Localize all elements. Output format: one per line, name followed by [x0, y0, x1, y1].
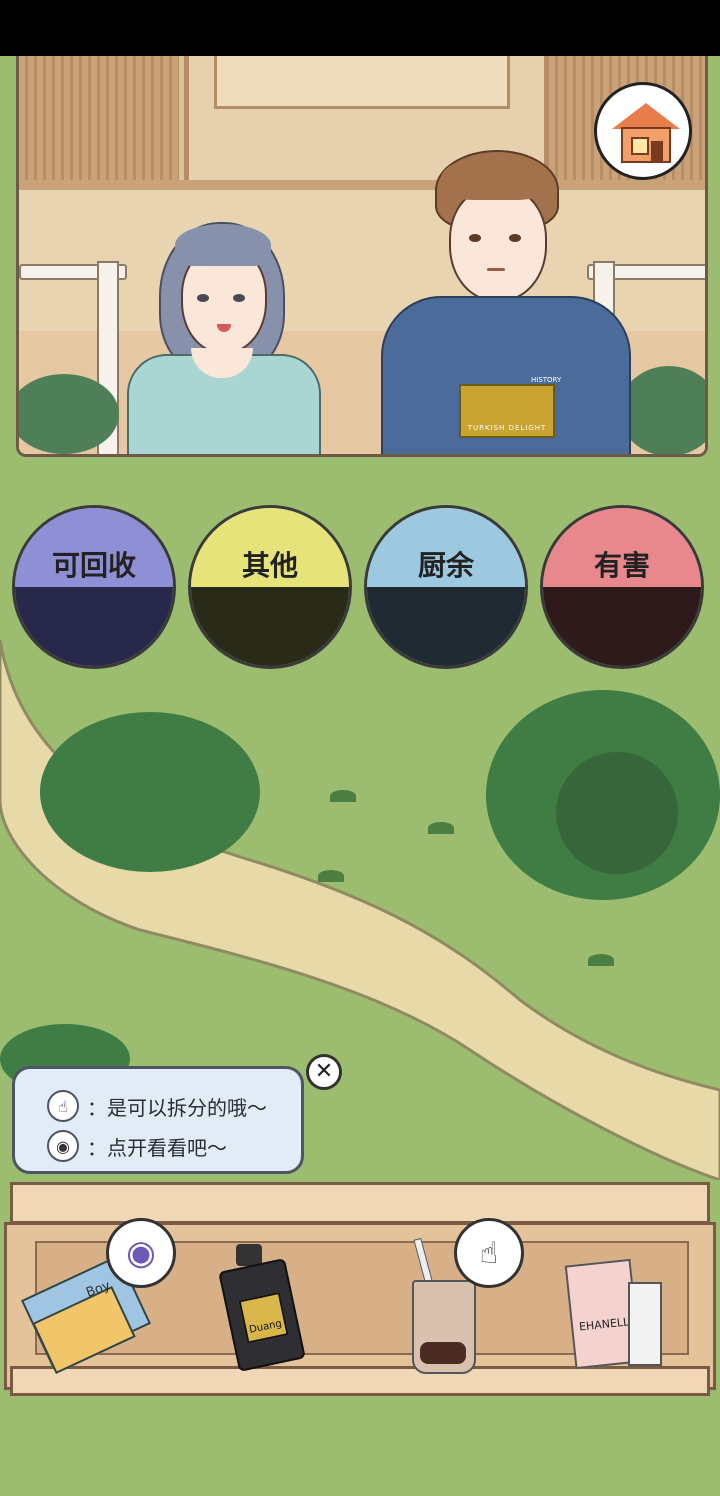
bin-hazardous[interactable]: 有害 [540, 505, 704, 669]
grass-tuft [588, 954, 614, 966]
shirt-history-text: HISTORY [531, 376, 562, 384]
eye-badge[interactable]: ◉ [106, 1218, 176, 1288]
grass-tuft [330, 790, 356, 802]
grass-tuft [428, 822, 454, 834]
eye-icon: ◉ [126, 1233, 156, 1273]
bin-other[interactable]: 其他 [188, 505, 352, 669]
boy-character: TURKISH DELIGHT HISTORY [379, 146, 639, 454]
tap-icon: ☝ [479, 1235, 499, 1271]
tap-icon: ☝ [47, 1090, 79, 1122]
bin-label: 其他 [241, 549, 298, 582]
close-icon: ✕ [314, 1059, 334, 1084]
wall-slats-left [19, 56, 179, 184]
hint-line-1: ：是可以拆分的哦～ [87, 1095, 267, 1120]
bin-label: 厨余 [417, 549, 474, 582]
bin-label: 可回收 [51, 549, 136, 582]
bag-text: EHANELL [578, 1315, 630, 1334]
bin-recyclable[interactable]: 可回收 [12, 505, 176, 669]
status-bar [0, 0, 720, 56]
eye-icon: ◉ [47, 1130, 79, 1162]
girl-character [119, 216, 321, 454]
hint-bubble: ☝ ：是可以拆分的哦～ ◉ ：点开看看吧～ [12, 1066, 304, 1174]
grass-tuft [318, 870, 344, 882]
bush-left-mid [40, 712, 260, 872]
close-hint-button[interactable]: ✕ [306, 1054, 342, 1090]
shadow-circle [556, 752, 678, 874]
bin-label: 有害 [593, 549, 650, 582]
bottle-label: Duang [238, 1291, 289, 1344]
tray-front [10, 1366, 710, 1396]
item-lotion-bottle[interactable]: Duang [218, 1244, 312, 1372]
home-button[interactable] [594, 82, 692, 180]
item-shopping-bag[interactable]: EHANELL [564, 1248, 666, 1370]
hint-line-2: ：点开看看吧～ [87, 1135, 227, 1160]
bin-kitchen[interactable]: 厨余 [364, 505, 528, 669]
tap-badge[interactable]: ☝ [454, 1218, 524, 1288]
tray-back [10, 1182, 710, 1224]
shirt-print: TURKISH DELIGHT [459, 384, 555, 438]
door-panel [214, 56, 510, 109]
